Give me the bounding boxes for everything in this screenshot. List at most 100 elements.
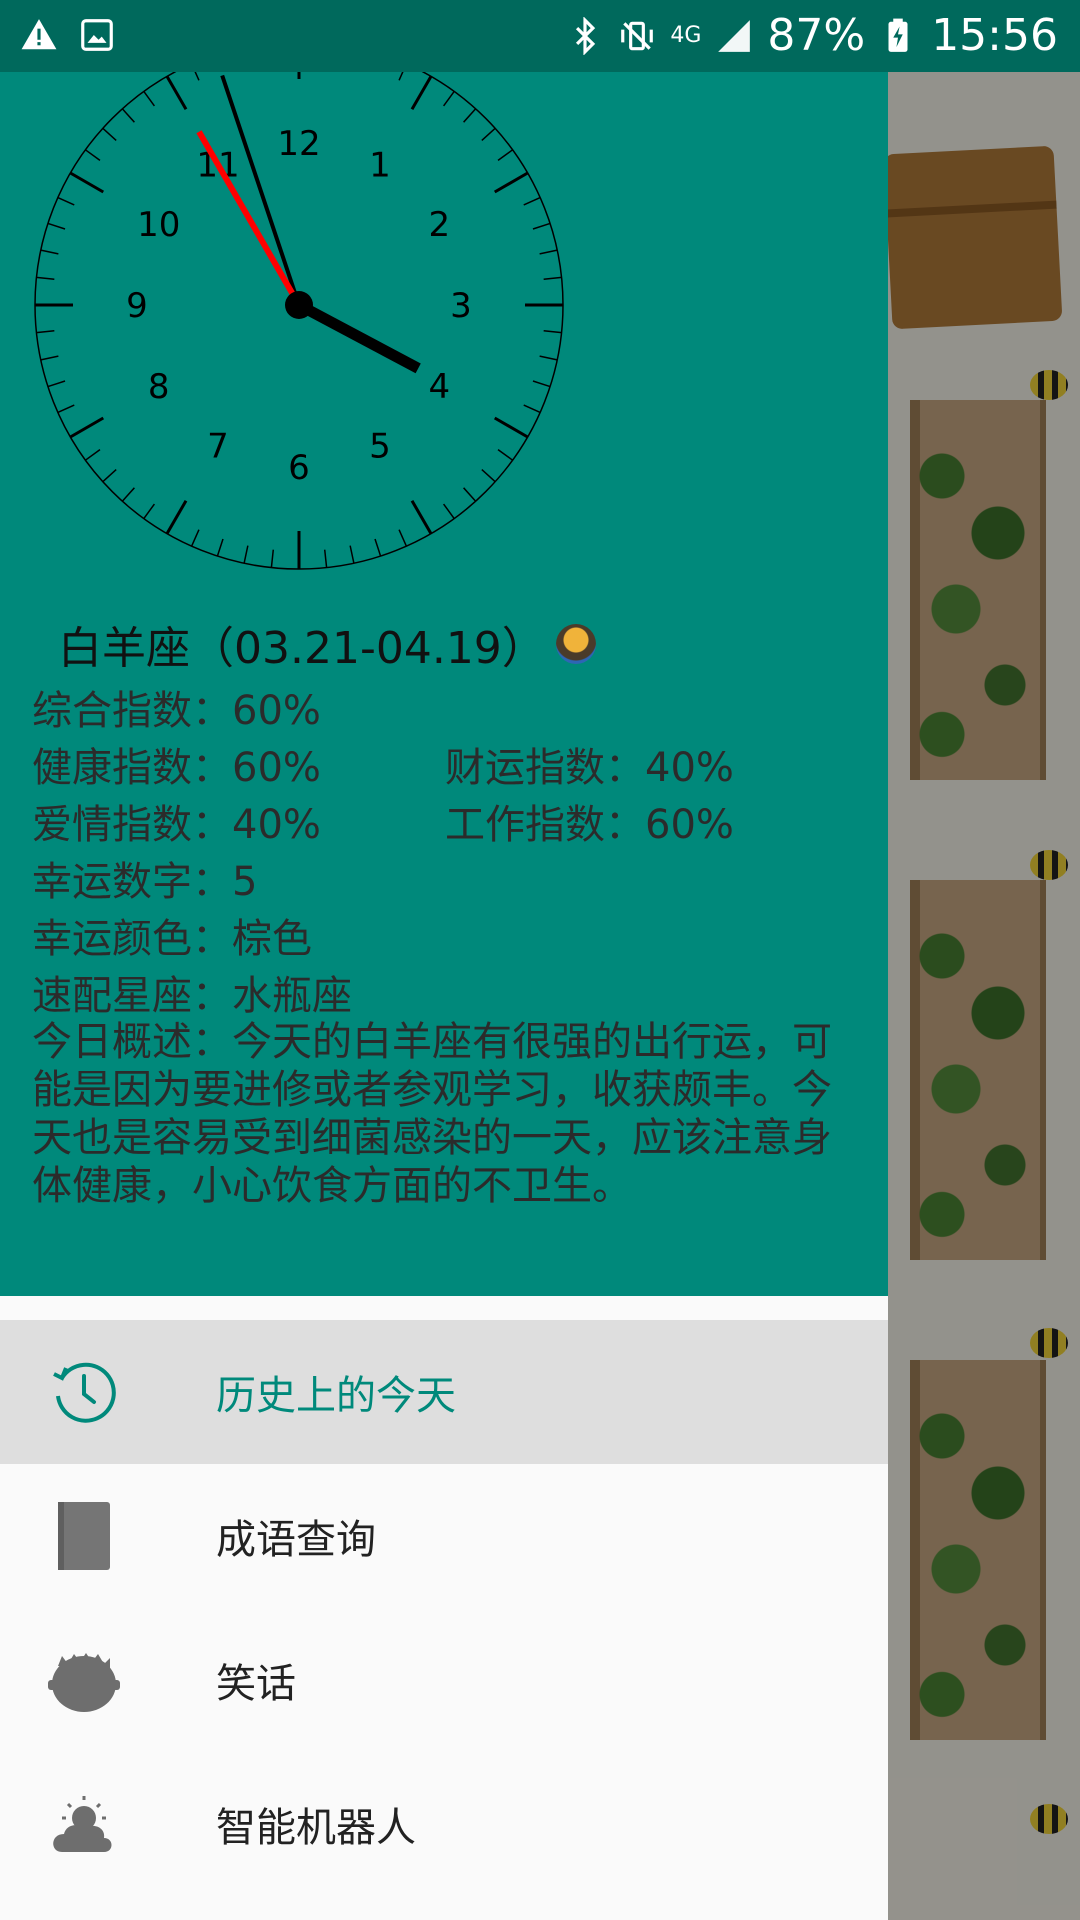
health-index: 健康指数：60% xyxy=(32,745,321,791)
clock-minor-tick xyxy=(121,108,135,123)
clock-minor-tick xyxy=(543,329,562,334)
clock-number: 7 xyxy=(207,426,229,466)
menu-item-label: 笑话 xyxy=(216,1661,296,1707)
clock-major-tick xyxy=(69,416,105,439)
clock-minor-tick xyxy=(143,503,156,520)
clock-number: 10 xyxy=(137,205,180,245)
horoscope-title: 白羊座（03.21-04.19） xyxy=(58,623,546,674)
clock-minor-tick xyxy=(36,329,55,334)
book-icon xyxy=(58,1502,110,1570)
clock-minor-tick xyxy=(194,72,200,81)
battery-percent: 87% xyxy=(767,10,866,61)
warning-icon xyxy=(21,19,57,50)
wealth-index: 财运指数：40% xyxy=(445,745,734,791)
clock-minor-tick xyxy=(442,90,455,107)
clock-minor-tick xyxy=(539,355,558,361)
clock-minor-tick xyxy=(497,448,514,461)
clock-major-tick xyxy=(165,75,188,111)
clock-minor-tick xyxy=(57,404,75,414)
clock-minor-tick xyxy=(243,545,249,564)
clock-major-tick xyxy=(165,499,188,535)
clock-number: 9 xyxy=(126,286,148,326)
clock-number: 8 xyxy=(148,367,170,407)
clock-minor-tick xyxy=(270,549,275,568)
drawer-menu: 历史上的今天 成语查询 笑话 智能机器人 xyxy=(0,1296,888,1920)
image-icon xyxy=(81,19,113,51)
menu-item-label: 历史上的今天 xyxy=(216,1373,456,1419)
matching-sign: 速配星座：水瓶座 xyxy=(32,973,352,1019)
clock-number: 6 xyxy=(288,448,310,488)
clock-minor-tick xyxy=(442,503,455,520)
clock-minor-tick xyxy=(398,529,408,547)
lucky-number: 幸运数字：5 xyxy=(32,859,258,905)
drawer-header: 123456789101112 白羊座（03.21-04.19） 综合指数：60… xyxy=(0,72,888,1296)
bluetooth-icon xyxy=(576,16,596,55)
clock-major-tick xyxy=(410,75,433,111)
drawer-scrim[interactable] xyxy=(888,72,1080,1920)
clock-minor-tick xyxy=(84,448,101,461)
clock-minor-tick xyxy=(102,469,117,483)
clock-number: 1 xyxy=(369,146,391,186)
menu-item-history-today[interactable]: 历史上的今天 xyxy=(0,1320,888,1464)
clock-minor-tick xyxy=(497,149,514,162)
status-time: 15:56 xyxy=(931,10,1058,61)
zodiac-icon xyxy=(555,624,596,664)
clock-major-tick xyxy=(69,171,105,194)
clock-minor-tick xyxy=(40,249,59,255)
clock-minor-tick xyxy=(463,487,477,502)
clock-minor-tick xyxy=(481,469,496,483)
clock-number: 2 xyxy=(428,205,450,245)
menu-item-idiom-search[interactable]: 成语查询 xyxy=(0,1464,888,1608)
horoscope-title-row: 白羊座（03.21-04.19） xyxy=(58,612,596,676)
clock-minor-tick xyxy=(532,380,551,388)
clock-minor-tick xyxy=(523,404,541,414)
vibrate-mute-icon xyxy=(621,21,654,50)
clock-minor-tick xyxy=(47,222,66,230)
clock-minor-tick xyxy=(36,276,55,281)
clock-minor-tick xyxy=(523,196,541,206)
clock-minor-tick xyxy=(543,276,562,281)
history-clock-icon xyxy=(53,1362,116,1423)
clock-minor-tick xyxy=(349,545,355,564)
weather-cloud-icon xyxy=(53,1796,112,1852)
daily-summary: 今日概述：今天的白羊座有很强的出行运，可能是因为要进修或者参观学习，收获颇丰。今… xyxy=(32,1019,832,1209)
clock-minor-tick xyxy=(57,196,75,206)
battery-charging-icon xyxy=(888,18,908,52)
signal-icon xyxy=(718,19,751,52)
clock-minor-tick xyxy=(463,108,477,123)
clock-minor-tick xyxy=(481,127,496,141)
network-type: 4G xyxy=(670,22,702,48)
analog-clock: 123456789101112 xyxy=(34,72,564,570)
clock-minor-tick xyxy=(216,538,224,557)
clock-number: 5 xyxy=(369,426,391,466)
status-bar: 4G 87% 15:56 xyxy=(0,0,1080,72)
clock-number: 4 xyxy=(428,367,450,407)
love-index: 爱情指数：40% xyxy=(32,802,321,848)
clock-minor-tick xyxy=(121,487,135,502)
clock-minor-tick xyxy=(47,380,66,388)
menu-item-label: 智能机器人 xyxy=(216,1805,416,1851)
clock-minor-tick xyxy=(532,222,551,230)
lucky-color: 幸运颜色：棕色 xyxy=(32,916,312,962)
clock-major-tick xyxy=(493,171,529,194)
menu-item-jokes[interactable]: 笑话 xyxy=(0,1608,888,1752)
clock-number: 12 xyxy=(277,124,320,164)
menu-item-label: 成语查询 xyxy=(216,1517,376,1563)
clock-minor-tick xyxy=(84,149,101,162)
clock-hour-hand xyxy=(296,300,421,374)
clock-minor-tick xyxy=(40,355,59,361)
clock-number: 3 xyxy=(450,286,472,326)
clock-minor-tick xyxy=(323,549,328,568)
clock-minor-tick xyxy=(539,249,558,255)
clock-center-pin xyxy=(285,291,313,319)
clock-minor-tick xyxy=(374,538,382,557)
clock-major-tick xyxy=(493,416,529,439)
navigation-drawer: 123456789101112 白羊座（03.21-04.19） 综合指数：60… xyxy=(0,72,888,1920)
clock-major-tick xyxy=(410,499,433,535)
work-index: 工作指数：60% xyxy=(445,802,734,848)
clock-minor-tick xyxy=(102,127,117,141)
clock-minor-tick xyxy=(190,529,200,547)
overall-index: 综合指数：60% xyxy=(32,688,321,734)
clock-minor-tick xyxy=(143,90,156,107)
menu-item-smart-robot[interactable]: 智能机器人 xyxy=(0,1752,888,1896)
